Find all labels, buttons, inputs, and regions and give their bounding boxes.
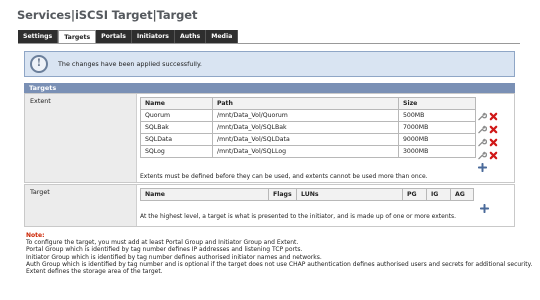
tab-underline xyxy=(18,43,520,44)
extent-size: 9000MB xyxy=(398,133,476,146)
tab-portals[interactable]: Portals xyxy=(96,30,132,43)
extent-label: Extent xyxy=(30,97,51,105)
col-ag: AG xyxy=(450,188,474,201)
info-icon: ! xyxy=(30,55,48,73)
target-help-text: At the highest level, a target is what i… xyxy=(140,213,457,220)
wrench-icon[interactable] xyxy=(478,112,487,121)
target-label: Target xyxy=(30,188,50,196)
note-line: Initiator Group which is identified by t… xyxy=(26,253,322,261)
table-row: Quorum /mnt/Data_Vol/Quorum 500MB xyxy=(140,109,476,122)
extent-path: /mnt/Data_Vol/SQLBak xyxy=(212,121,399,134)
note-line: Extent defines the storage area of the t… xyxy=(26,268,163,276)
row-actions xyxy=(478,151,498,160)
extent-path: /mnt/Data_Vol/SQLData xyxy=(212,133,399,146)
extent-help-text: Extents must be defined before they can … xyxy=(140,173,428,180)
note-block: Note: To configure the target, you must … xyxy=(26,232,532,275)
col-pg: PG xyxy=(402,188,427,201)
delete-x-icon[interactable] xyxy=(489,151,498,160)
row-actions xyxy=(478,138,498,147)
col-ig: IG xyxy=(426,188,451,201)
col-name: Name xyxy=(140,188,269,201)
tab-initiators[interactable]: Initiators xyxy=(131,30,175,43)
extent-path: /mnt/Data_Vol/Quorum xyxy=(212,109,399,122)
col-path: Path xyxy=(212,97,399,110)
tab-media[interactable]: Media xyxy=(206,30,239,43)
delete-x-icon[interactable] xyxy=(489,125,498,134)
col-flags: Flags xyxy=(268,188,297,201)
delete-x-icon[interactable] xyxy=(489,112,498,121)
col-name: Name xyxy=(140,97,213,110)
extent-content: Name Path Size Quorum /mnt/Data_Vol/Quor… xyxy=(136,94,514,182)
table-row: SQLBak /mnt/Data_Vol/SQLBak 7000MB xyxy=(140,121,476,134)
targets-section-header: Targets xyxy=(24,83,515,93)
note-line: Portal Group which is identified by tag … xyxy=(26,246,303,254)
add-plus-icon[interactable] xyxy=(480,204,489,213)
extent-name: SQLBak xyxy=(140,121,213,134)
extent-table-header: Name Path Size xyxy=(140,97,476,110)
extent-size: 500MB xyxy=(398,109,476,122)
table-row: SQLData /mnt/Data_Vol/SQLData 9000MB xyxy=(140,133,476,146)
delete-x-icon[interactable] xyxy=(489,138,498,147)
wrench-icon[interactable] xyxy=(478,138,487,147)
row-actions xyxy=(478,125,498,134)
extent-panel: Extent Name Path Size Quorum /mnt/Data_V… xyxy=(24,93,515,183)
note-line: To configure the target, you must add at… xyxy=(26,239,299,247)
table-row: SQLog /mnt/Data_Vol/SQLLog 3000MB xyxy=(140,145,476,158)
success-message: ! The changes have been applied successf… xyxy=(24,51,515,77)
tab-targets[interactable]: Targets xyxy=(58,30,97,44)
note-line: Auth Group which is identified by tag nu… xyxy=(26,260,533,268)
extent-name: Quorum xyxy=(140,109,213,122)
extent-size: 3000MB xyxy=(398,145,476,158)
wrench-icon[interactable] xyxy=(478,151,487,160)
tab-auths[interactable]: Auths xyxy=(174,30,207,43)
extent-table: Name Path Size Quorum /mnt/Data_Vol/Quor… xyxy=(140,97,476,158)
extent-size: 7000MB xyxy=(398,121,476,134)
target-panel: Target Name Flags LUNs PG IG AG At the h… xyxy=(24,184,515,227)
target-table: Name Flags LUNs PG IG AG xyxy=(140,188,474,201)
row-actions xyxy=(478,112,498,121)
page-title: Services|iSCSI Target|Target xyxy=(17,8,198,22)
wrench-icon[interactable] xyxy=(478,125,487,134)
tab-bar: Settings Targets Portals Initiators Auth… xyxy=(18,30,239,44)
note-title: Note: xyxy=(26,232,45,239)
extent-name: SQLData xyxy=(140,133,213,146)
target-table-header: Name Flags LUNs PG IG AG xyxy=(140,188,474,201)
tab-settings[interactable]: Settings xyxy=(18,30,59,43)
col-size: Size xyxy=(398,97,476,110)
success-message-text: The changes have been applied successful… xyxy=(58,60,202,68)
extent-path: /mnt/Data_Vol/SQLLog xyxy=(212,145,399,158)
add-plus-icon[interactable] xyxy=(478,163,487,172)
extent-name: SQLog xyxy=(140,145,213,158)
target-content: Name Flags LUNs PG IG AG At the highest … xyxy=(136,185,514,226)
col-luns: LUNs xyxy=(296,188,403,201)
